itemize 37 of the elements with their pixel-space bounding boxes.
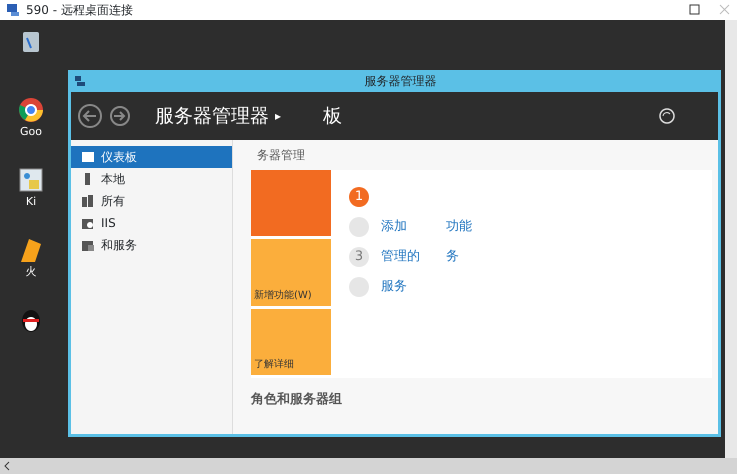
browser-icon[interactable] xyxy=(17,96,45,124)
servers-icon xyxy=(81,194,95,208)
section-heading: 角色和服务器组 xyxy=(251,391,343,409)
icon-label: Goo xyxy=(20,124,42,140)
window-title: 590 - 远程桌面连接 xyxy=(26,2,133,19)
tile[interactable]: 了解详细 xyxy=(251,308,331,375)
step-link[interactable]: 服务 xyxy=(381,277,407,297)
server-manager-icon xyxy=(74,75,86,87)
breadcrumb: 板 xyxy=(323,104,342,129)
iis-icon xyxy=(81,216,95,230)
sidebar-item[interactable]: 仪表板 xyxy=(71,146,232,168)
sidebar-item[interactable]: 所有 xyxy=(71,190,232,212)
step-link[interactable]: 管理的 务 xyxy=(381,247,459,267)
section-heading: 务器管理 xyxy=(257,147,306,164)
scroll-left-icon[interactable] xyxy=(3,461,11,471)
app-icon[interactable] xyxy=(17,166,45,194)
window-title: 服务器管理器 xyxy=(364,73,436,90)
icon-label: 火 xyxy=(26,264,36,280)
remote-desktop-icon xyxy=(6,3,20,17)
tile[interactable]: 新增功能(W) xyxy=(251,239,331,306)
tile[interactable] xyxy=(251,170,331,236)
forward-icon[interactable] xyxy=(109,105,131,127)
step-link[interactable]: 添加 功能 xyxy=(381,217,472,237)
grid-icon xyxy=(81,150,95,164)
files-icon xyxy=(81,238,95,252)
sidebar-item[interactable]: 和服务 xyxy=(71,234,232,256)
step-number: 1 xyxy=(349,187,369,207)
back-icon[interactable] xyxy=(77,103,103,129)
sidebar-item[interactable]: 本地 xyxy=(71,168,232,190)
step-number: 3 xyxy=(349,247,369,267)
maximize-icon[interactable] xyxy=(689,4,701,16)
vertical-scrollbar[interactable] xyxy=(725,20,737,458)
sidebar-item[interactable]: IIS xyxy=(71,212,232,234)
icon-label: Ki xyxy=(26,194,36,210)
breadcrumb-separator: ▸ xyxy=(275,108,282,125)
refresh-icon[interactable] xyxy=(658,107,676,125)
breadcrumb: 服务器管理器 xyxy=(155,104,269,129)
